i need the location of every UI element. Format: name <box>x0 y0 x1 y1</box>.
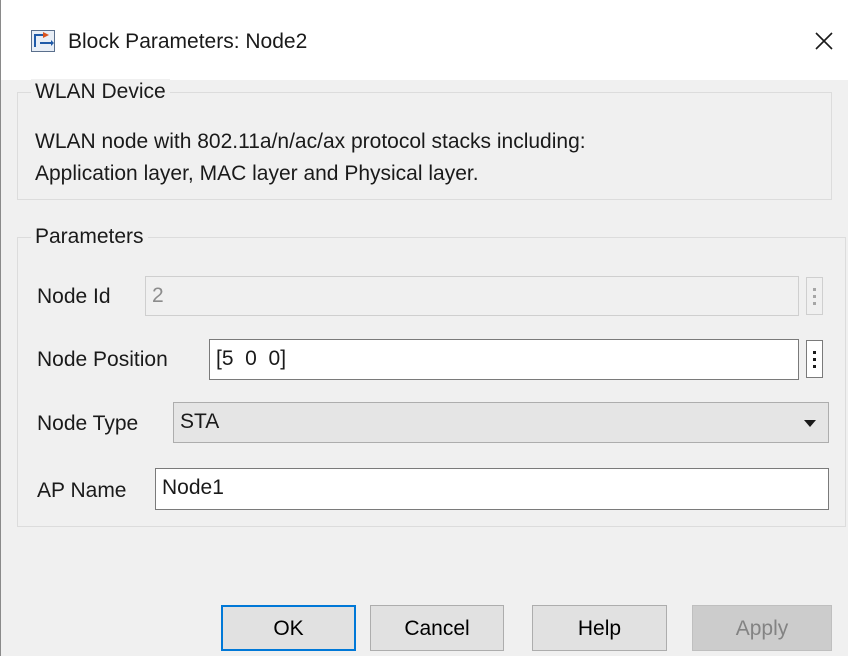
node-id-field[interactable]: 2 <box>145 276 799 316</box>
node-id-more-button[interactable] <box>806 277 823 315</box>
device-description-line1: WLAN node with 802.11a/n/ac/ax protocol … <box>35 130 586 153</box>
dot-icon <box>813 294 816 298</box>
help-button[interactable]: Help <box>532 605 667 651</box>
ap-name-label: AP Name <box>37 479 127 502</box>
parameters-group-legend: Parameters <box>31 224 148 250</box>
dot-icon <box>813 350 816 354</box>
chevron-down-icon <box>804 420 816 427</box>
node-type-dropdown[interactable]: STA <box>173 402 829 443</box>
title-bar: Block Parameters: Node2 <box>1 0 848 80</box>
close-button[interactable] <box>801 16 847 66</box>
node-type-selected: STA <box>180 410 220 433</box>
dot-icon <box>813 364 816 368</box>
ap-name-field[interactable]: Node1 <box>155 468 829 510</box>
close-icon <box>815 32 833 50</box>
node-id-label: Node Id <box>37 285 111 308</box>
cancel-button[interactable]: Cancel <box>370 605 504 651</box>
device-description-line2: Application layer, MAC layer and Physica… <box>35 162 479 185</box>
dot-icon <box>813 301 816 305</box>
apply-button[interactable]: Apply <box>692 605 832 651</box>
node-position-field[interactable]: [5 0 0] <box>209 339 799 380</box>
node-position-more-button[interactable] <box>806 340 823 378</box>
dot-icon <box>813 287 816 291</box>
node-position-label: Node Position <box>37 348 168 371</box>
device-group-legend: WLAN Device <box>31 79 170 105</box>
block-parameters-dialog: Block Parameters: Node2 WLAN Device WLAN… <box>0 0 848 656</box>
dot-icon <box>813 357 816 361</box>
window-title: Block Parameters: Node2 <box>68 30 308 53</box>
simulink-block-icon <box>31 30 55 52</box>
ok-button[interactable]: OK <box>221 605 356 651</box>
node-type-label: Node Type <box>37 412 139 435</box>
